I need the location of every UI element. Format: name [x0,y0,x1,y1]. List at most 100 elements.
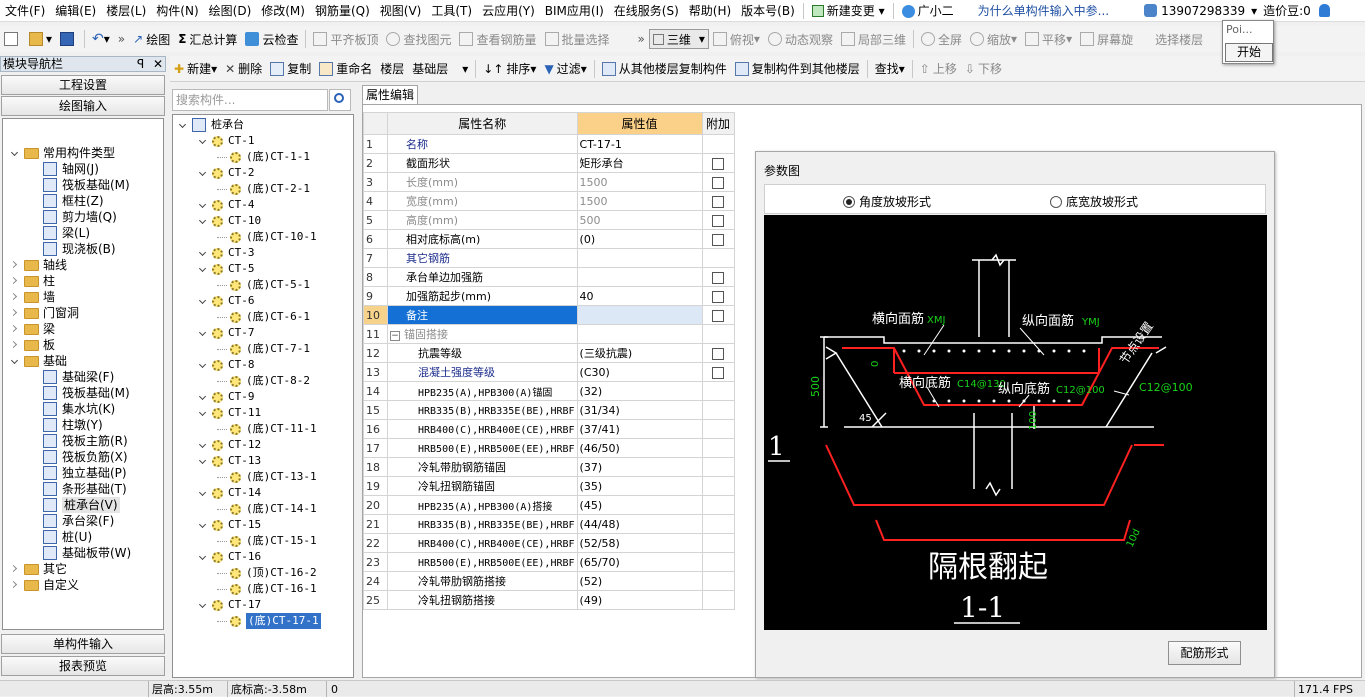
find-button[interactable]: 查找 ▾ [871,58,909,80]
menu-item[interactable]: 绘图(D) [204,0,257,22]
floor-select[interactable]: 基础层 ▾ [408,58,472,80]
property-value[interactable]: 40 [576,286,703,306]
property-value[interactable]: (65/70) [576,552,703,572]
nav-folder[interactable]: 基础 [11,353,67,369]
collapse-toggle-icon[interactable] [199,137,208,146]
component-tree-item[interactable]: CT-13 [199,453,261,469]
menu-item[interactable]: 文件(F) [0,0,50,22]
component-tree-item[interactable]: (底)CT-5-1 [217,277,310,293]
pin-icon[interactable]: ꟼ [137,57,144,71]
start-button[interactable]: 开始 [1225,43,1273,62]
table-row[interactable]: 10 备注 [363,305,735,325]
table-row[interactable]: 2 截面形状 矩形承台 [363,153,735,173]
save-button[interactable] [56,28,81,50]
component-tree-item[interactable]: CT-14 [199,485,261,501]
table-row[interactable]: 20 HPB235(A),HPB300(A)搭接 (45) [363,495,735,515]
table-row[interactable]: 12 抗震等级 (三级抗震) [363,343,735,363]
component-tree-item[interactable]: (底)CT-14-1 [217,501,317,517]
collapse-toggle-icon[interactable] [199,297,208,306]
collapse-toggle-icon[interactable] [199,361,208,370]
sort-button[interactable]: ↓↑ 排序 ▾ [479,58,540,80]
sum-calc-button[interactable]: Σ 汇总计算 [174,28,241,50]
collapse-icon[interactable]: − [390,331,400,341]
component-tree-item[interactable]: CT-2 [199,165,255,181]
menu-item[interactable]: 在线服务(S) [609,0,684,22]
menu-item[interactable]: 帮助(H) [684,0,736,22]
nav-item[interactable]: 筏板负筋(X) [43,449,128,465]
nav-item[interactable]: 条形基础(T) [43,481,127,497]
property-value[interactable]: (52/58) [576,533,703,553]
component-tree-item[interactable]: CT-16 [199,549,261,565]
delete-button[interactable]: ✕ 删除 [221,58,266,80]
collapse-toggle-icon[interactable] [199,553,208,562]
expand-toggle-icon[interactable] [11,325,20,334]
table-row[interactable]: 6 相对底标高(m) (0) [363,229,735,249]
nav-item[interactable]: 现浇板(B) [43,241,116,257]
ad-link[interactable]: 为什么单构件输入中参... [973,0,1114,22]
rotate-screen-button[interactable]: 屏幕旋 [1076,28,1137,50]
collapse-toggle-icon[interactable] [179,121,188,130]
new-component-button[interactable]: ✚ 新建 ▾ [170,58,221,80]
table-row[interactable]: 8 承台单边加强筋 [363,267,735,287]
menu-item[interactable]: 楼层(L) [101,0,151,22]
open-file-button[interactable]: ▾ [25,28,56,50]
property-value[interactable]: 1500 [576,191,703,211]
component-tree-item[interactable]: CT-3 [199,245,255,261]
component-tree-item[interactable]: (底)CT-8-2 [217,373,310,389]
table-row[interactable]: 16 HRB400(C),HRB400E(CE),HRBF (37/41) [363,419,735,439]
table-row[interactable]: 17 HRB500(E),HRB500E(EE),HRBF (46/50) [363,438,735,458]
component-tree-item[interactable]: (底)CT-2-1 [217,181,310,197]
expand-toggle-icon[interactable] [11,261,20,270]
component-tree-item[interactable]: (底)CT-6-1 [217,309,310,325]
menu-item[interactable]: 云应用(Y) [477,0,540,22]
property-value[interactable]: (0) [576,229,703,249]
collapse-toggle-icon[interactable] [199,441,208,450]
expand-toggle-icon[interactable] [11,341,20,350]
zoom-button[interactable]: 缩放 ▾ [966,28,1021,50]
menu-item[interactable]: 版本号(B) [736,0,800,22]
nav-folder[interactable]: 梁 [11,321,55,337]
find-element-button[interactable]: 查找图元 [382,28,455,50]
menu-item[interactable]: 编辑(E) [50,0,101,22]
extra-checkbox[interactable] [712,309,725,322]
collapse-toggle-icon[interactable] [199,489,208,498]
component-tree-item[interactable]: 桩承台 [179,117,244,133]
nav-item[interactable]: 独立基础(P) [43,465,127,481]
view3d-select[interactable]: 三维 ▾ [648,29,709,49]
menu-item[interactable]: 构件(N) [151,0,203,22]
property-value[interactable]: (三级抗震) [576,343,703,363]
table-row[interactable]: 25 冷轧扭钢筋搭接 (49) [363,590,735,610]
move-up-button[interactable]: ⇧ 上移 [916,58,961,80]
collapse-toggle-icon[interactable] [199,409,208,418]
component-search-input[interactable]: 搜索构件... [172,89,328,111]
table-row[interactable]: 5 高度(mm) 500 [363,210,735,230]
property-value[interactable]: (45) [576,495,703,515]
undo-button[interactable]: ↶ ▾ [88,28,114,50]
assistant-menu[interactable]: 广小二 [897,0,959,22]
property-value[interactable]: (37) [576,457,703,477]
extra-checkbox[interactable] [712,195,725,208]
width-slope-radio[interactable]: 底宽放坡形式 [1050,193,1138,210]
nav-item[interactable]: 筏板基础(M) [43,177,130,193]
table-row[interactable]: 11− 锚固搭接 [363,324,735,344]
nav-folder[interactable]: 板 [11,337,55,353]
collapse-toggle-icon[interactable] [199,217,208,226]
table-row[interactable]: 19 冷轧扭钢筋锚固 (35) [363,476,735,496]
component-tree-item[interactable]: CT-12 [199,437,261,453]
collapse-toggle-icon[interactable] [11,357,20,366]
property-value[interactable] [576,248,703,268]
close-icon[interactable]: ✕ [153,57,163,71]
table-row[interactable]: 9 加强筋起步(mm) 40 [363,286,735,306]
property-value[interactable]: 矩形承台 [576,153,703,173]
nav-item[interactable]: 筏板主筋(R) [43,433,128,449]
cloud-check-button[interactable]: 云检查 [241,28,302,50]
table-row[interactable]: 24 冷轧带肋钢筋搭接 (52) [363,571,735,591]
property-value[interactable]: (46/50) [576,438,703,458]
collapse-toggle-icon[interactable] [199,393,208,402]
expand-toggle-icon[interactable] [11,309,20,318]
component-tree-item[interactable]: CT-11 [199,405,261,421]
angle-slope-radio[interactable]: 角度放坡形式 [843,193,931,210]
nav-folder[interactable]: 墙 [11,289,55,305]
extra-checkbox[interactable] [712,214,725,227]
component-tree-item[interactable]: (底)CT-16-1 [217,581,317,597]
